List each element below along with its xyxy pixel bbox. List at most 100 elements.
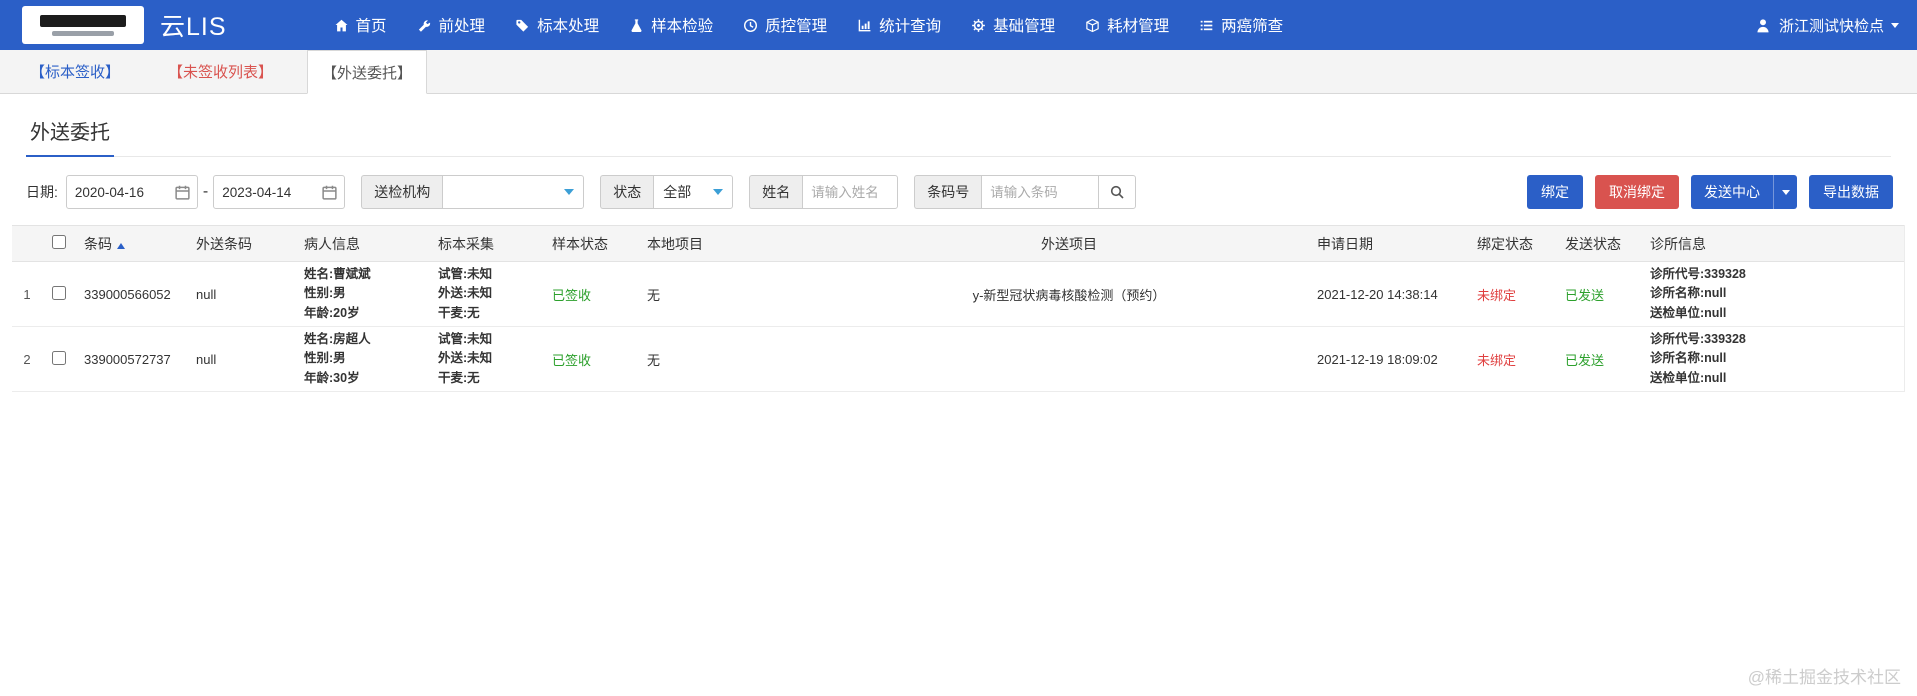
select-all-checkbox[interactable]	[52, 235, 66, 249]
status-select[interactable]: 全部	[653, 175, 734, 209]
nav-item-label: 标本处理	[537, 18, 600, 35]
calendar-icon[interactable]	[174, 184, 191, 201]
send-center-label: 发送中心	[1704, 184, 1760, 200]
col-header-local-items: 本地项目	[647, 235, 703, 252]
clinic-code: 诊所代号:339328	[1650, 331, 1746, 346]
patient-age: 年龄:20岁	[304, 305, 360, 320]
collection-cell: 试管:未知 外送:未知 干麦:无	[430, 330, 544, 388]
nav-item-home[interactable]: 首页	[319, 0, 402, 50]
col-header-barcode[interactable]: 条码	[76, 234, 188, 254]
page-header: 外送委托	[26, 116, 1891, 157]
tab-bar: 【标本签收】 【未签收列表】 【外送委托】	[0, 50, 1917, 94]
app-logo	[22, 6, 144, 44]
local-items-cell: 无	[647, 352, 661, 368]
col-header-out-barcode: 外送条码	[196, 235, 252, 252]
bar-chart-icon	[858, 19, 871, 31]
nav-item-consumables[interactable]: 耗材管理	[1070, 0, 1184, 50]
sort-asc-icon	[117, 242, 125, 249]
col-header-sample-status: 样本状态	[552, 235, 608, 252]
nav-item-statistics-query[interactable]: 统计查询	[842, 0, 956, 50]
col-header-patient-info: 病人信息	[304, 235, 360, 252]
send-status-badge: 已发送	[1565, 287, 1605, 303]
collection-outsource: 外送:未知	[438, 286, 493, 301]
org-select[interactable]	[442, 175, 585, 209]
date-separator: -	[202, 183, 209, 200]
tab-unreceived-list[interactable]: 【未签收列表】	[154, 50, 287, 93]
collection-cell: 试管:未知 外送:未知 干麦:无	[430, 265, 544, 323]
logo-mark	[40, 14, 126, 27]
send-center-button[interactable]: 发送中心	[1691, 175, 1797, 209]
calendar-icon[interactable]	[321, 184, 338, 201]
user-name: 浙江测试快检点	[1778, 17, 1884, 35]
name-filter-group: 姓名	[749, 175, 899, 209]
row-index: 1	[23, 286, 31, 302]
export-button[interactable]: 导出数据	[1809, 175, 1893, 209]
user-icon	[1757, 18, 1769, 32]
sample-status-badge: 已签收	[552, 352, 592, 368]
flask-icon	[631, 18, 642, 32]
out-barcode-cell: null	[196, 286, 217, 302]
patient-info-cell: 姓名:房超人 性别:男 年龄:30岁	[296, 330, 430, 388]
nav-item-preprocess[interactable]: 前处理	[402, 0, 501, 50]
nav-item-qc-management[interactable]: 质控管理	[728, 0, 842, 50]
unbind-button[interactable]: 取消绑定	[1595, 175, 1679, 209]
action-buttons: 绑定 取消绑定 发送中心 导出数据	[1527, 175, 1893, 209]
org-filter-group: 送检机构	[361, 175, 585, 209]
chevron-down-icon	[713, 189, 724, 195]
nav-item-label: 样本检验	[651, 18, 714, 35]
clinic-info-cell: 诊所代号:339328 诊所名称:null 送检单位:null	[1642, 330, 1904, 388]
row-index: 2	[23, 351, 31, 367]
tab-specimen-receive[interactable]: 【标本签收】	[16, 50, 134, 93]
nav-item-base-management[interactable]: 基础管理	[956, 0, 1070, 50]
nav-item-label: 基础管理	[993, 18, 1056, 35]
tab-outsource-delegate[interactable]: 【外送委托】	[307, 50, 428, 94]
patient-age: 年龄:30岁	[304, 370, 360, 385]
collection-outsource: 外送:未知	[438, 351, 493, 366]
user-menu[interactable]: 浙江测试快检点	[1754, 15, 1899, 36]
bind-button[interactable]: 绑定	[1527, 175, 1583, 209]
delegation-table: 条码 外送条码 病人信息 标本采集 样本状态 本地项目 外送项目 申请日期 绑定…	[12, 225, 1905, 392]
send-center-dropdown-toggle[interactable]	[1773, 175, 1797, 209]
date-from-input[interactable]	[66, 183, 172, 201]
name-label: 姓名	[749, 175, 803, 209]
search-button[interactable]	[1098, 175, 1137, 209]
chevron-down-icon	[1781, 189, 1790, 195]
date-to-input[interactable]	[214, 183, 320, 201]
chevron-down-icon	[1891, 22, 1899, 28]
sample-status-badge: 已签收	[552, 287, 592, 303]
table-row[interactable]: 1 339000566052 null 姓名:曹斌斌 性别:男 年龄:20岁 试…	[12, 262, 1904, 327]
col-header-apply-date: 申请日期	[1317, 235, 1373, 252]
out-items-cell: y-新型冠状病毒核酸检测（预约）	[972, 287, 1166, 303]
barcode-label: 条码号	[914, 175, 982, 209]
clock-icon	[744, 18, 758, 32]
chevron-down-icon	[564, 189, 575, 195]
name-input[interactable]	[802, 175, 899, 209]
table-row[interactable]: 2 339000572737 null 姓名:房超人 性别:男 年龄:30岁 试…	[12, 327, 1904, 392]
brand-name: 云LIS	[160, 13, 227, 41]
row-checkbox[interactable]	[52, 285, 66, 300]
col-header-send-status: 发送状态	[1565, 235, 1621, 252]
barcode-input[interactable]	[981, 175, 1100, 209]
col-header-checkbox	[42, 235, 76, 252]
apply-date-cell: 2021-12-20 14:38:14	[1317, 286, 1438, 302]
nav-item-sample-test[interactable]: 样本检验	[614, 0, 728, 50]
main-menu: 首页 前处理 标本处理 样本检验 质控管理 统计查询 基础管理 耗材管理 两癌筛…	[319, 0, 1299, 50]
tab-label: 【标本签收】	[30, 64, 121, 81]
clinic-code: 诊所代号:339328	[1650, 266, 1746, 281]
date-label: 日期:	[26, 184, 58, 200]
nav-item-specimen-process[interactable]: 标本处理	[500, 0, 614, 50]
filter-bar: 日期: - 送检机构 状态 全部 姓名 条码号 绑定 取消绑定	[26, 175, 1893, 209]
nav-item-label: 前处理	[438, 18, 486, 35]
barcode-cell: 339000572737	[84, 351, 171, 367]
collection-tube: 试管:未知	[438, 266, 493, 281]
collection-tube: 试管:未知	[438, 331, 493, 346]
clinic-sender-unit: 送检单位:null	[1650, 305, 1727, 320]
nav-item-label: 统计查询	[879, 18, 942, 35]
logo-subtitle	[52, 30, 114, 36]
patient-gender: 性别:男	[304, 286, 346, 301]
row-checkbox[interactable]	[52, 350, 66, 365]
nav-item-cancer-screening[interactable]: 两癌筛查	[1184, 0, 1298, 50]
clinic-info-cell: 诊所代号:339328 诊所名称:null 送检单位:null	[1642, 265, 1904, 323]
clinic-sender-unit: 送检单位:null	[1650, 370, 1727, 385]
org-label: 送检机构	[361, 175, 443, 209]
